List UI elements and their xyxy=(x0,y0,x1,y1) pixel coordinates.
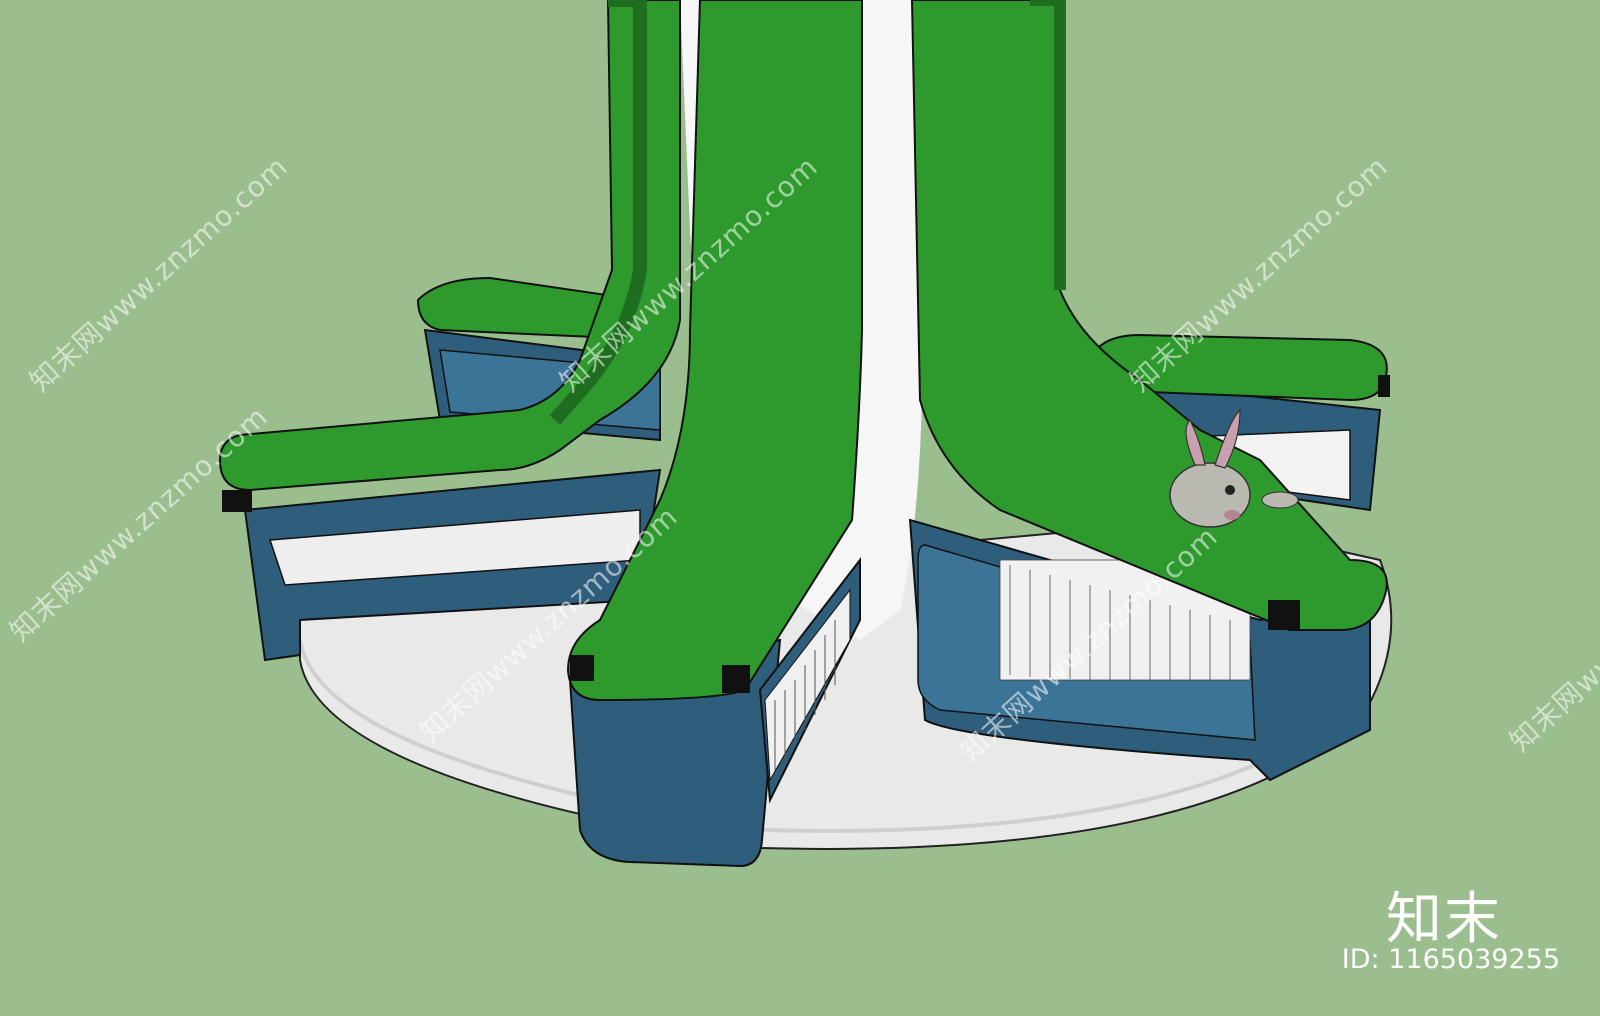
image-id-label: ID: 1165039255 xyxy=(1341,944,1560,975)
brand-logo: 知末 xyxy=(1386,887,1502,952)
